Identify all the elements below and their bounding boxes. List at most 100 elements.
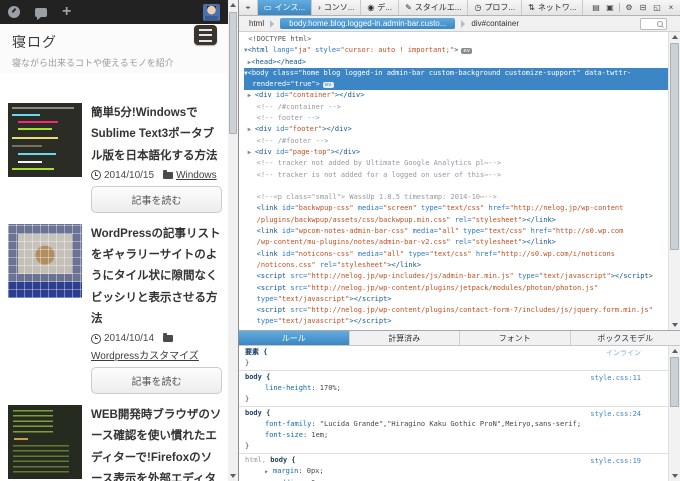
rule-close-brace: }	[245, 442, 250, 450]
markup-line[interactable]: ▶ <div id="page-top"></div>	[244, 147, 680, 158]
menu-button[interactable]	[194, 25, 217, 45]
markup-line[interactable]: <!-- /#container -->	[244, 102, 680, 113]
scrollbar-thumb[interactable]	[229, 12, 237, 134]
css-declaration[interactable]: font-size: 1em;	[245, 430, 655, 441]
scrollbar-thumb[interactable]	[670, 43, 679, 250]
close-button[interactable]	[664, 4, 678, 12]
markup-line[interactable]: /plugins/backwpup/assets/css/backwpup.mi…	[244, 215, 680, 226]
rule-selector[interactable]: body {	[245, 373, 270, 381]
element-picker-button[interactable]	[239, 0, 258, 15]
markup-line[interactable]: ▶<head></head>	[244, 57, 680, 68]
markup-line[interactable]: <script src="http://nelog.jp/wp-includes…	[244, 271, 680, 282]
stylesheet-link[interactable]: style.css:24	[590, 409, 641, 420]
code-segment: "stylesheet"	[336, 260, 388, 269]
markup-line[interactable]: <!-- tracker not added by Ultimate Googl…	[244, 158, 680, 169]
code-segment: "http://s0.wp.com	[551, 227, 624, 236]
dock-bottom-button[interactable]	[636, 4, 650, 12]
post-title[interactable]: 簡単5分!WindowsでSublime Text3ポータブル版を日本語化する方…	[91, 103, 222, 167]
stylesheet-link[interactable]: style.css:19	[590, 456, 641, 467]
breadcrumb-item[interactable]: body.home.blog.logged-in.admin-bar.custo…	[280, 18, 456, 29]
sidebar-tab[interactable]: フォント	[460, 331, 571, 345]
sidebar-tab[interactable]: 計算済み	[350, 331, 460, 345]
markup-line[interactable]: <link id="backwpup-css" media="screen" t…	[244, 203, 680, 214]
markup-line[interactable]: <!DOCTYPE html>	[244, 34, 680, 45]
scroll-down-icon[interactable]	[228, 471, 238, 481]
property-name: margin	[273, 467, 299, 475]
markup-line[interactable]: <!-- tracker is not added for a logged o…	[244, 170, 680, 181]
read-more-button[interactable]: 記事を読む	[91, 185, 222, 213]
sidebar-tab[interactable]: ルール	[239, 331, 350, 345]
tab-inspector[interactable]: インス...	[258, 0, 313, 15]
markup-line[interactable]: type="text/javascript"></script>	[244, 316, 680, 327]
rules-scrollbar[interactable]	[668, 346, 680, 481]
stylesheet-link[interactable]: インライン	[606, 348, 641, 359]
settings-button[interactable]	[622, 4, 636, 12]
hamburger-icon	[199, 28, 212, 42]
markup-line[interactable]: ▼<body class="home blog logged-in admin-…	[244, 67, 680, 80]
stylesheet-link[interactable]: style.css:11	[590, 373, 641, 384]
scroll-up-icon[interactable]	[669, 32, 680, 42]
markup-scrollbar[interactable]	[668, 32, 680, 330]
category-link[interactable]: Wordpressカスタマイズ	[91, 347, 199, 362]
rule-selector[interactable]: body {	[245, 409, 270, 417]
split-console-button[interactable]	[589, 4, 603, 12]
markup-line[interactable]: ▼<html lang="ja" style="cursor: auto ! i…	[244, 45, 680, 56]
new-content-icon[interactable]: +	[62, 4, 71, 20]
code-segment: <link	[244, 227, 278, 236]
page-scrollbar[interactable]	[228, 0, 238, 481]
markup-line[interactable]: <!--<p class="small"> WassUp 1.8.5 times…	[244, 192, 680, 203]
sidebar-tab[interactable]: ボックスモデル	[571, 331, 680, 345]
code-segment: ></link>	[522, 238, 556, 247]
post-meta: 2014/10/15 Windows	[91, 169, 222, 181]
scroll-up-icon[interactable]	[228, 0, 238, 10]
scroll-down-icon[interactable]	[669, 471, 680, 481]
profiler-icon	[474, 4, 481, 12]
search-input[interactable]	[640, 17, 667, 30]
breadcrumb-item[interactable]: div#container	[471, 19, 519, 28]
markup-line[interactable]: ▶ <div id="container"></div>	[244, 90, 680, 101]
tab-debugger[interactable]: デ...	[361, 0, 400, 15]
markup-line[interactable]: <script src="http://nelog.jp/wp-content/…	[244, 305, 680, 316]
markup-line[interactable]: rendered="true"> ev	[244, 79, 680, 91]
post-thumbnail[interactable]	[8, 405, 82, 480]
markup-line[interactable]: /wp-content/mu-plugins/notes/admin-bar-v…	[244, 237, 680, 248]
category-link[interactable]: Windows	[176, 170, 217, 181]
breadcrumb-item[interactable]: html	[249, 19, 264, 28]
markup-line[interactable]: ▶ <div id="footer"></div>	[244, 124, 680, 135]
read-more-button[interactable]: 記事を読む	[91, 367, 222, 395]
markup-line[interactable]: <!-- /#footer -->	[244, 136, 680, 147]
site-title[interactable]: 寝ログ	[12, 32, 216, 52]
scroll-down-icon[interactable]	[669, 320, 680, 330]
tab-profiler[interactable]: プロフ...	[468, 0, 523, 15]
code-segment: "container"	[288, 91, 335, 100]
css-declaration[interactable]: line-height: 170%;	[245, 383, 655, 394]
post-title[interactable]: WordPressの記事リストをギャラリーサイトのようにタイル状に隙間なくビッシ…	[91, 224, 222, 330]
css-declaration[interactable]: font-family: "Lucida Grande","Hiragino K…	[245, 419, 655, 430]
tab-console[interactable]: コンソ...	[312, 0, 362, 15]
markup-line[interactable]: <link id="wpcom-notes-admin-bar-css" med…	[244, 226, 680, 237]
code-segment: "http://s0.wp.com/i/noticons	[496, 249, 615, 258]
side-panel-button[interactable]	[603, 4, 617, 12]
rule-selector[interactable]: 要素 {	[245, 348, 267, 356]
user-avatar[interactable]	[203, 3, 220, 21]
expand-arrow-icon[interactable]: ▶	[265, 469, 271, 475]
scroll-up-icon[interactable]	[669, 346, 680, 356]
markup-line[interactable]: <!-- footer -->	[244, 113, 680, 124]
code-segment: "text/javascript"	[277, 294, 350, 303]
markup-line[interactable]: <link id="noticons-css" media="all" type…	[244, 249, 680, 260]
comments-icon[interactable]	[35, 7, 47, 20]
markup-line[interactable]: <script src="http://nelog.jp/wp-content/…	[244, 283, 680, 294]
tab-style-editor[interactable]: スタイルエ...	[399, 0, 469, 15]
tab-network[interactable]: ネットワ...	[522, 0, 584, 15]
post-title[interactable]: WEB開発時ブラウザのソース確認を使い慣れたエディターで!Firefoxのソース…	[91, 405, 222, 481]
markup-line[interactable]	[244, 181, 680, 192]
popout-button[interactable]	[650, 4, 664, 12]
dashboard-icon[interactable]	[8, 6, 20, 18]
rule-selector[interactable]: body {	[270, 456, 295, 464]
post-thumbnail[interactable]	[8, 103, 82, 177]
markup-line[interactable]: /noticons.css" rel="stylesheet"></link>	[244, 260, 680, 271]
post-thumbnail[interactable]	[8, 223, 82, 298]
css-declaration[interactable]: ▶ margin: 0px;	[245, 466, 655, 478]
markup-line[interactable]: type="text/javascript"></script>	[244, 294, 680, 305]
scrollbar-thumb[interactable]	[670, 357, 679, 407]
